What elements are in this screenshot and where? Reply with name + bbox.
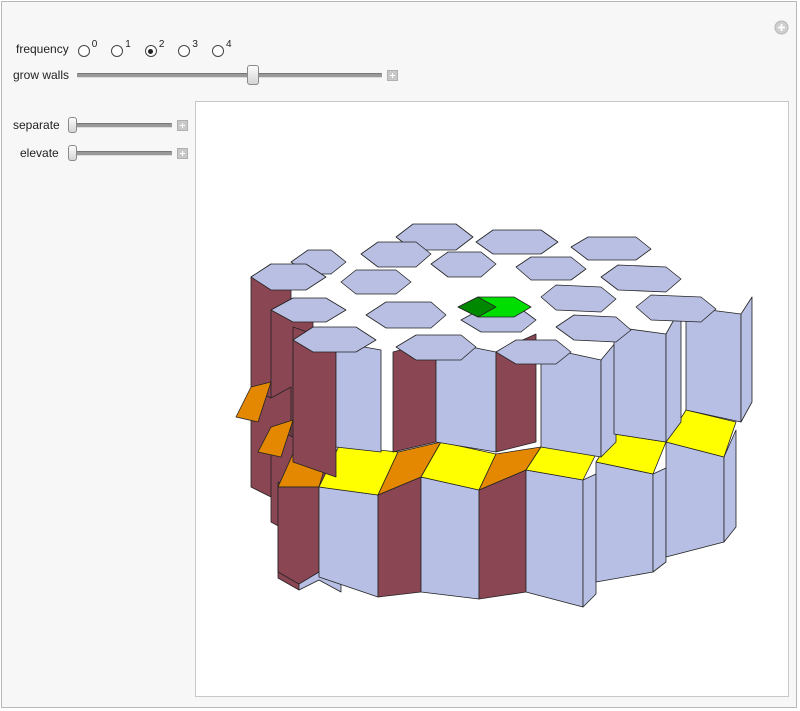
hex-top xyxy=(600,264,682,293)
hex-top xyxy=(360,241,432,268)
wall-face xyxy=(582,473,597,608)
wall-face xyxy=(665,441,725,558)
radio-button[interactable] xyxy=(77,45,90,57)
radio-button[interactable] xyxy=(211,45,224,57)
frequency-option-3[interactable]: 3 xyxy=(178,39,198,57)
hex-top xyxy=(555,314,632,343)
hex-top xyxy=(570,236,652,261)
frequency-radio-group: 0 1 2 3 4 xyxy=(77,39,246,57)
hex-top xyxy=(340,269,412,295)
elevate-control: elevate xyxy=(20,143,188,163)
wall-face xyxy=(595,461,654,583)
frequency-label: frequency xyxy=(16,41,69,56)
separate-control: separate xyxy=(13,115,188,135)
plus-circle-icon[interactable] xyxy=(774,20,789,35)
elevate-slider[interactable] xyxy=(67,143,172,163)
slider-thumb[interactable] xyxy=(246,65,259,85)
frequency-option-4[interactable]: 4 xyxy=(211,39,232,57)
radio-button-selected[interactable] xyxy=(144,45,157,57)
wall-face xyxy=(652,467,667,573)
separate-label: separate xyxy=(13,118,60,132)
wall-face xyxy=(277,486,320,585)
wall-face xyxy=(525,469,584,608)
grow-walls-control: grow walls xyxy=(13,65,399,85)
slider-track xyxy=(67,123,172,128)
hex-top xyxy=(635,294,717,323)
plus-square-icon[interactable] xyxy=(387,69,399,81)
wall-face xyxy=(665,306,682,443)
grow-walls-slider[interactable] xyxy=(77,65,383,85)
hex-top xyxy=(540,284,617,313)
manipulate-panel: frequency 0 1 2 3 4 grow walls separate … xyxy=(1,1,797,708)
honeycomb-3d-render xyxy=(235,223,753,608)
hex-top xyxy=(365,301,447,329)
honeycomb-3d-graphic[interactable] xyxy=(195,101,789,697)
frequency-control: frequency 0 1 2 3 4 xyxy=(16,39,246,57)
hex-top xyxy=(430,251,497,278)
wall-face xyxy=(420,476,480,600)
wall-face xyxy=(613,326,667,443)
hex-top xyxy=(515,256,587,281)
wall-face xyxy=(377,476,422,598)
radio-button[interactable] xyxy=(111,45,124,57)
frequency-option-label: 0 xyxy=(91,39,98,50)
wall-face xyxy=(740,296,753,423)
wall-face xyxy=(335,341,382,453)
frequency-option-label: 1 xyxy=(125,39,131,50)
grow-walls-label: grow walls xyxy=(13,68,70,82)
hex-top xyxy=(475,229,559,255)
elevate-label: elevate xyxy=(20,146,59,160)
frequency-option-0[interactable]: 0 xyxy=(77,39,98,57)
slider-thumb[interactable] xyxy=(67,145,77,161)
wall-face xyxy=(478,469,527,600)
radio-button[interactable] xyxy=(178,45,191,57)
slider-thumb[interactable] xyxy=(67,117,77,133)
plus-square-icon[interactable] xyxy=(176,119,188,131)
slider-track xyxy=(77,73,383,78)
separate-slider[interactable] xyxy=(67,115,172,135)
frequency-option-2[interactable]: 2 xyxy=(144,39,165,57)
wall-face xyxy=(685,306,742,423)
slider-track xyxy=(67,151,172,156)
plus-square-icon[interactable] xyxy=(176,147,188,159)
frequency-option-label: 3 xyxy=(192,39,198,50)
frequency-option-label: 2 xyxy=(158,39,165,50)
frequency-option-1[interactable]: 1 xyxy=(111,39,131,57)
frequency-option-label: 4 xyxy=(225,39,232,50)
